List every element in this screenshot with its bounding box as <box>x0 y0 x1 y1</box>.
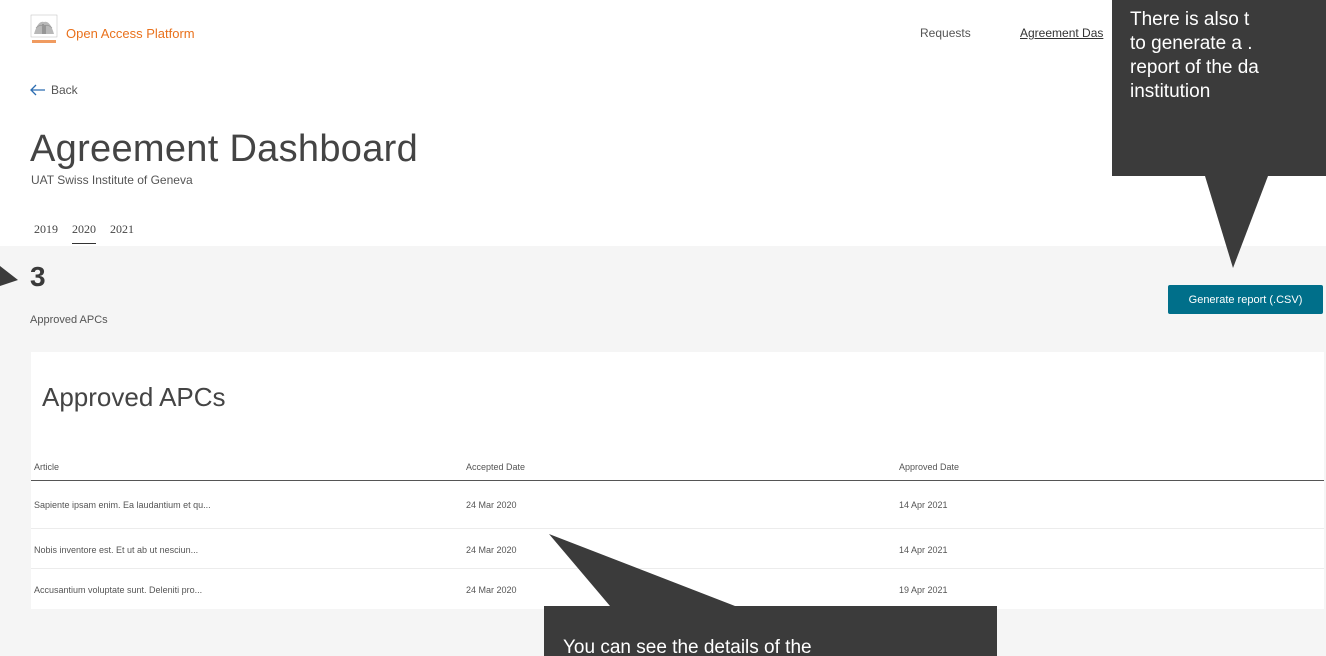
back-label: Back <box>51 83 78 97</box>
approved-apcs-card: Approved APCs Article Accepted Date Appr… <box>31 352 1324 609</box>
tab-2021[interactable]: 2021 <box>110 222 134 244</box>
approved-date-cell: 14 Apr 2021 <box>899 500 948 510</box>
article-cell: Accusantium voluptate sunt. Deleniti pro… <box>34 585 203 595</box>
accepted-date-cell: 24 Mar 2020 <box>466 585 517 595</box>
page-title: Agreement Dashboard <box>30 128 419 170</box>
table-row[interactable]: Sapiente ipsam enim. Ea laudantium et qu… <box>31 484 1324 524</box>
page-subtitle: UAT Swiss Institute of Geneva <box>31 173 193 187</box>
app-title[interactable]: Open Access Platform <box>66 26 195 41</box>
tab-2020[interactable]: 2020 <box>72 222 96 244</box>
callout-line: to generate a . <box>1130 33 1253 54</box>
callout-line: There is also t <box>1130 9 1250 30</box>
column-header-accepted-date[interactable]: Accepted Date <box>466 462 525 472</box>
tab-2019[interactable]: 2019 <box>34 222 58 244</box>
nav-agreement-dashboard[interactable]: Agreement Das <box>1020 26 1103 40</box>
table-row[interactable]: Accusantium voluptate sunt. Deleniti pro… <box>31 568 1324 608</box>
callout-details-tip: You can see the details of the <box>544 606 997 656</box>
elsevier-logo-icon <box>30 14 58 46</box>
table-row[interactable]: Nobis inventore est. Et ut ab ut nesciun… <box>31 528 1324 568</box>
nav-requests[interactable]: Requests <box>920 26 971 40</box>
callout-report-tip: There is also t to generate a . report o… <box>1112 0 1326 176</box>
column-header-approved-date[interactable]: Approved Date <box>899 462 959 472</box>
arrow-left-icon <box>30 84 45 96</box>
article-cell: Sapiente ipsam enim. Ea laudantium et qu… <box>34 500 211 510</box>
card-title: Approved APCs <box>42 382 226 412</box>
back-link[interactable]: Back <box>30 83 78 97</box>
accepted-date-cell: 24 Mar 2020 <box>466 500 517 510</box>
approved-apcs-count: 3 <box>30 261 46 292</box>
callout-line: You can see the details of the <box>563 637 812 656</box>
generate-report-button[interactable]: Generate report (.CSV) <box>1168 285 1323 314</box>
table-header: Article Accepted Date Approved Date <box>31 462 1324 481</box>
accepted-date-cell: 24 Mar 2020 <box>466 545 517 555</box>
approved-date-cell: 14 Apr 2021 <box>899 545 948 555</box>
article-cell: Nobis inventore est. Et ut ab ut nesciun… <box>34 545 199 555</box>
approved-apcs-label: Approved APCs <box>30 314 108 326</box>
year-tabs: 2019 2020 2021 <box>34 222 148 244</box>
callout-left-pointer <box>0 266 18 286</box>
approved-date-cell: 19 Apr 2021 <box>899 585 948 595</box>
column-header-article[interactable]: Article <box>34 462 59 472</box>
callout-line: institution <box>1130 81 1211 102</box>
callout-line: report of the da <box>1130 57 1259 78</box>
